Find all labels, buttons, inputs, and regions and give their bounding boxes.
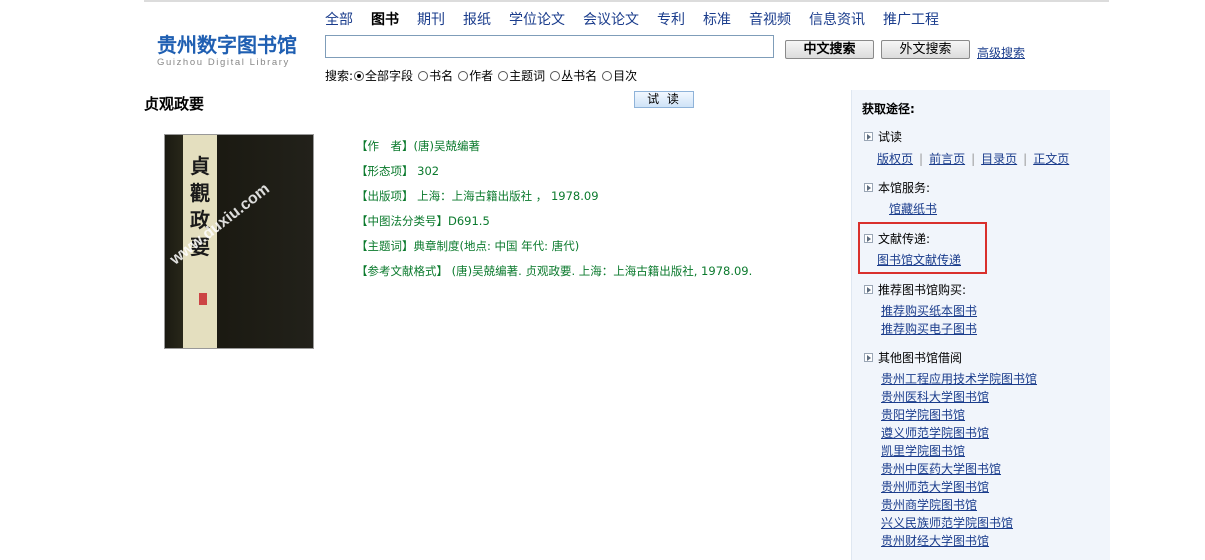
try-read-button[interactable]: 试 读 — [634, 91, 694, 108]
service-links: 馆藏纸书 — [889, 200, 937, 218]
access-panel: 获取途径: 试读 版权页 | 前言页 | 目录页 | 正文页 本馆服务: 馆藏纸书 文… — [851, 90, 1110, 560]
divider: | — [971, 151, 976, 166]
nav-item-news[interactable]: 信息资讯 — [809, 9, 865, 29]
section-label: 其他图书馆借阅 — [878, 351, 963, 365]
advanced-search-link[interactable]: 高级搜索 — [977, 44, 1025, 61]
book-title: 贞观政要 — [144, 95, 205, 113]
link-recommend-ebook[interactable]: 推荐购买电子图书 — [881, 320, 977, 338]
library-link[interactable]: 贵州中医药大学图书馆 — [881, 460, 1037, 478]
radio-icon[interactable] — [602, 70, 613, 81]
radio-icon[interactable] — [498, 70, 509, 81]
library-link[interactable]: 贵州师范大学图书馆 — [881, 478, 1037, 496]
link-toc-page[interactable]: 目录页 — [981, 150, 1017, 167]
nav-item-conference[interactable]: 会议论文 — [583, 9, 639, 29]
section-label: 本馆服务: — [878, 181, 931, 195]
library-link[interactable]: 贵州财经大学图书馆 — [881, 532, 1037, 550]
radio-icon[interactable] — [550, 70, 561, 81]
library-link[interactable]: 凯里学院图书馆 — [881, 442, 1037, 460]
meta-citation: 【参考文献格式】 (唐)吴兢编著. 贞观政要. 上海：上海古籍出版社, 1978… — [356, 264, 753, 278]
meta-author: 【作 者】(唐)吴兢编著 — [356, 139, 480, 153]
arrow-bullet-icon — [864, 353, 873, 362]
logo-chinese-text: 贵州数字图书馆 — [157, 33, 297, 57]
section-other-libraries: 其他图书馆借阅 — [864, 349, 962, 366]
book-metadata: 【作 者】(唐)吴兢编著 【形态项】 302 【出版项】 上海：上海古籍出版社 … — [356, 138, 752, 288]
field-option-all[interactable]: 全部字段 — [353, 67, 413, 84]
site-logo[interactable]: 贵州数字图书馆 Guizhou Digital Library — [157, 34, 307, 69]
library-link[interactable]: 遵义师范学院图书馆 — [881, 424, 1037, 442]
nav-item-standards[interactable]: 标准 — [703, 9, 731, 29]
cover-char: 觀 — [190, 181, 210, 205]
arrow-bullet-icon — [864, 183, 873, 192]
radio-icon[interactable] — [418, 70, 429, 81]
cover-char: 貞 — [190, 154, 210, 178]
field-option-label: 作者 — [469, 69, 494, 83]
meta-pages: 【形态项】 302 — [356, 164, 440, 178]
divider: | — [919, 151, 924, 166]
divider: | — [1023, 151, 1028, 166]
section-service: 本馆服务: — [864, 179, 930, 196]
nav-item-theses[interactable]: 学位论文 — [509, 9, 565, 29]
field-option-author[interactable]: 作者 — [457, 67, 493, 84]
section-label: 试读 — [878, 130, 903, 144]
nav-item-patents[interactable]: 专利 — [657, 9, 685, 29]
link-recommend-print[interactable]: 推荐购买纸本图书 — [881, 302, 977, 320]
top-divider — [144, 0, 1109, 2]
trial-links: 版权页 | 前言页 | 目录页 | 正文页 — [877, 150, 1069, 167]
meta-publisher: 【出版项】 上海：上海古籍出版社 ， 1978.09 — [356, 189, 599, 203]
purchase-links: 推荐购买纸本图书 推荐购买电子图书 — [881, 302, 977, 338]
section-label: 推荐图书馆购买: — [878, 283, 967, 297]
link-print-holdings[interactable]: 馆藏纸书 — [889, 200, 937, 218]
field-option-label: 全部字段 — [365, 69, 414, 83]
search-input[interactable] — [325, 35, 774, 58]
cover-seal-stamp — [199, 293, 207, 305]
nav-item-all[interactable]: 全部 — [325, 9, 353, 29]
field-option-label: 目次 — [613, 69, 638, 83]
arrow-bullet-icon — [864, 285, 873, 294]
section-purchase: 推荐图书馆购买: — [864, 281, 966, 298]
field-option-toc[interactable]: 目次 — [601, 67, 637, 84]
field-option-subject[interactable]: 主题词 — [497, 67, 545, 84]
nav-item-video[interactable]: 音视频 — [749, 9, 791, 29]
radio-selected-icon[interactable] — [354, 70, 365, 81]
field-option-label: 丛书名 — [561, 69, 598, 83]
link-text-page[interactable]: 正文页 — [1033, 150, 1069, 167]
radio-icon[interactable] — [458, 70, 469, 81]
foreign-search-button[interactable]: 外文搜索 — [881, 40, 970, 59]
search-field-label: 搜索: — [325, 69, 354, 83]
link-copyright-page[interactable]: 版权页 — [877, 150, 913, 167]
highlight-box — [858, 222, 987, 274]
other-library-links: 贵州工程应用技术学院图书馆 贵州医科大学图书馆 贵阳学院图书馆 遵义师范学院图书… — [881, 370, 1037, 550]
meta-subject: 【主题词】典章制度(地点: 中国 年代: 唐代) — [356, 239, 580, 253]
library-link[interactable]: 贵州医科大学图书馆 — [881, 388, 1037, 406]
chinese-search-button[interactable]: 中文搜索 — [785, 40, 874, 59]
logo-english-text: Guizhou Digital Library — [157, 57, 290, 68]
library-link[interactable]: 兴义民族师范学院图书馆 — [881, 514, 1037, 532]
book-cover-image[interactable]: 貞 觀 政 要 www.duxiu.com — [164, 134, 314, 349]
nav-item-newspapers[interactable]: 报纸 — [463, 9, 491, 29]
library-link[interactable]: 贵阳学院图书馆 — [881, 406, 1037, 424]
nav-item-books[interactable]: 图书 — [371, 9, 399, 29]
arrow-bullet-icon — [864, 132, 873, 141]
field-option-label: 书名 — [429, 69, 454, 83]
field-option-series[interactable]: 丛书名 — [549, 67, 597, 84]
panel-title: 获取途径: — [862, 102, 915, 116]
section-trial: 试读 — [864, 128, 902, 145]
nav-item-journals[interactable]: 期刊 — [417, 9, 445, 29]
nav-item-promotion[interactable]: 推广工程 — [883, 9, 939, 29]
meta-classification: 【中图法分类号】D691.5 — [356, 214, 490, 228]
library-link[interactable]: 贵州工程应用技术学院图书馆 — [881, 370, 1037, 388]
library-link[interactable]: 贵州商学院图书馆 — [881, 496, 1037, 514]
field-option-label: 主题词 — [509, 69, 546, 83]
link-preface-page[interactable]: 前言页 — [929, 150, 965, 167]
field-option-title[interactable]: 书名 — [417, 67, 453, 84]
category-nav: 全部 图书 期刊 报纸 学位论文 会议论文 专利 标准 音视频 信息资讯 推广工… — [325, 9, 957, 29]
search-field-selector: 搜索: 全部字段 书名 作者 主题词 丛书名 目次 — [325, 67, 641, 84]
